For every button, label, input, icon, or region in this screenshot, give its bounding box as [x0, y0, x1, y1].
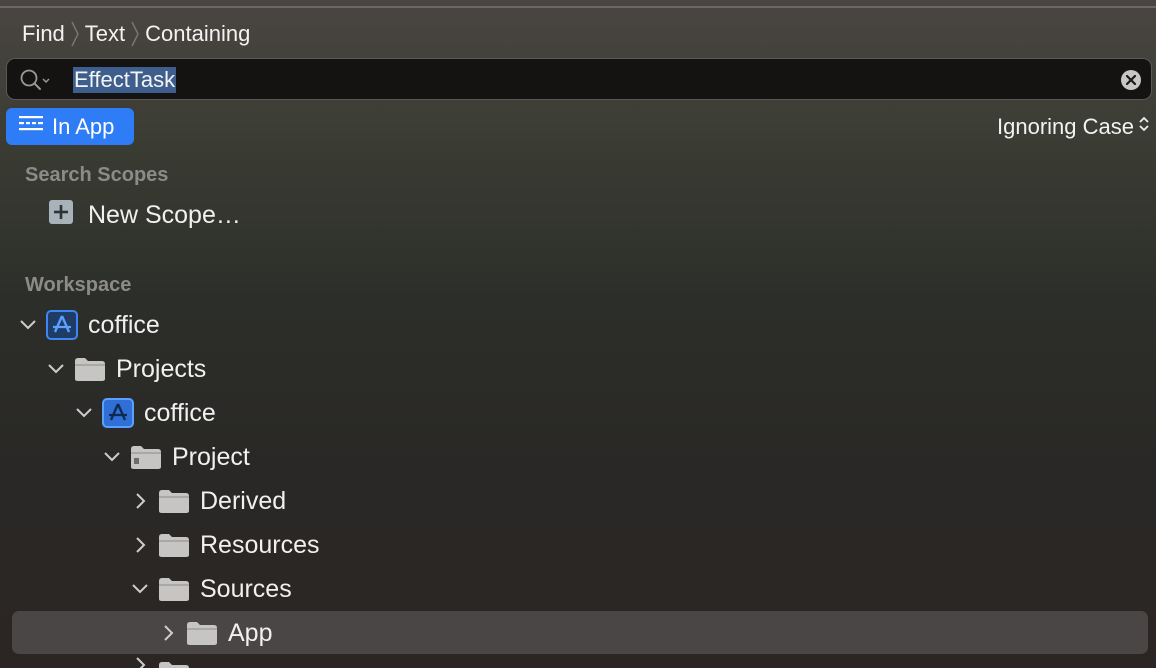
- chevron-right-icon[interactable]: [156, 624, 180, 642]
- new-scope-item[interactable]: New Scope…: [48, 195, 241, 235]
- folder-icon: [158, 532, 190, 558]
- breadcrumb-find[interactable]: Find: [22, 21, 65, 47]
- tree-row-app[interactable]: App: [156, 613, 272, 653]
- tree-row-projects[interactable]: Projects: [44, 349, 206, 389]
- window-top-divider: [0, 6, 1156, 8]
- tree-item-label: Resources: [200, 530, 320, 559]
- tree-row-coffice-project[interactable]: coffice: [72, 393, 216, 433]
- breadcrumb: Find Text Containing: [22, 20, 250, 48]
- chevron-right-icon: [125, 21, 145, 47]
- case-sensitivity-popup[interactable]: Ignoring Case: [997, 113, 1150, 141]
- folder-icon: [158, 660, 190, 668]
- chevron-down-icon[interactable]: [128, 583, 152, 595]
- up-down-chevron-icon: [1134, 114, 1150, 140]
- tree-item-label: App: [228, 618, 273, 647]
- tree-item-label: Projects: [116, 354, 207, 383]
- search-field[interactable]: EffectTask: [6, 58, 1152, 100]
- plus-icon: [48, 199, 74, 232]
- chevron-right-icon[interactable]: [128, 536, 152, 554]
- breadcrumb-containing[interactable]: Containing: [145, 21, 250, 47]
- tree-row-partial: [128, 656, 190, 668]
- scope-button[interactable]: In App: [6, 108, 134, 145]
- tree-item-label: coffice: [144, 398, 216, 427]
- tree-item-label: Derived: [200, 486, 287, 515]
- clear-icon[interactable]: [1120, 69, 1142, 96]
- chevron-down-icon[interactable]: [72, 407, 96, 419]
- new-scope-label: New Scope…: [88, 200, 241, 229]
- search-input[interactable]: EffectTask: [73, 67, 177, 93]
- app-project-icon: [46, 310, 78, 340]
- tree-row-resources[interactable]: Resources: [128, 525, 320, 565]
- tree-row-sources[interactable]: Sources: [128, 569, 292, 609]
- chevron-down-icon[interactable]: [16, 319, 40, 331]
- project-folder-icon: [130, 444, 162, 470]
- tree-row-coffice-workspace[interactable]: coffice: [16, 305, 160, 345]
- chevron-right-icon: [128, 656, 152, 668]
- scope-button-label: In App: [52, 113, 115, 139]
- tree-item-label: coffice: [88, 310, 160, 339]
- chevron-down-icon[interactable]: [44, 363, 68, 375]
- tree-item-label: Sources: [200, 574, 292, 603]
- scope-icon: [18, 114, 44, 140]
- chevron-right-icon[interactable]: [128, 492, 152, 510]
- tree-row-derived[interactable]: Derived: [128, 481, 286, 521]
- tree-row-project[interactable]: Project: [100, 437, 250, 477]
- app-project-icon: [102, 398, 134, 428]
- magnifier-icon[interactable]: [19, 68, 55, 97]
- tree-item-label: Project: [172, 442, 250, 471]
- chevron-right-icon: [65, 21, 85, 47]
- breadcrumb-text[interactable]: Text: [85, 21, 125, 47]
- chevron-down-icon[interactable]: [100, 451, 124, 463]
- workspace-header: Workspace: [25, 274, 132, 296]
- folder-icon: [158, 576, 190, 602]
- folder-icon: [186, 620, 218, 646]
- folder-icon: [74, 356, 106, 382]
- case-sensitivity-label: Ignoring Case: [997, 114, 1134, 139]
- folder-icon: [158, 488, 190, 514]
- search-scopes-header: Search Scopes: [25, 164, 169, 186]
